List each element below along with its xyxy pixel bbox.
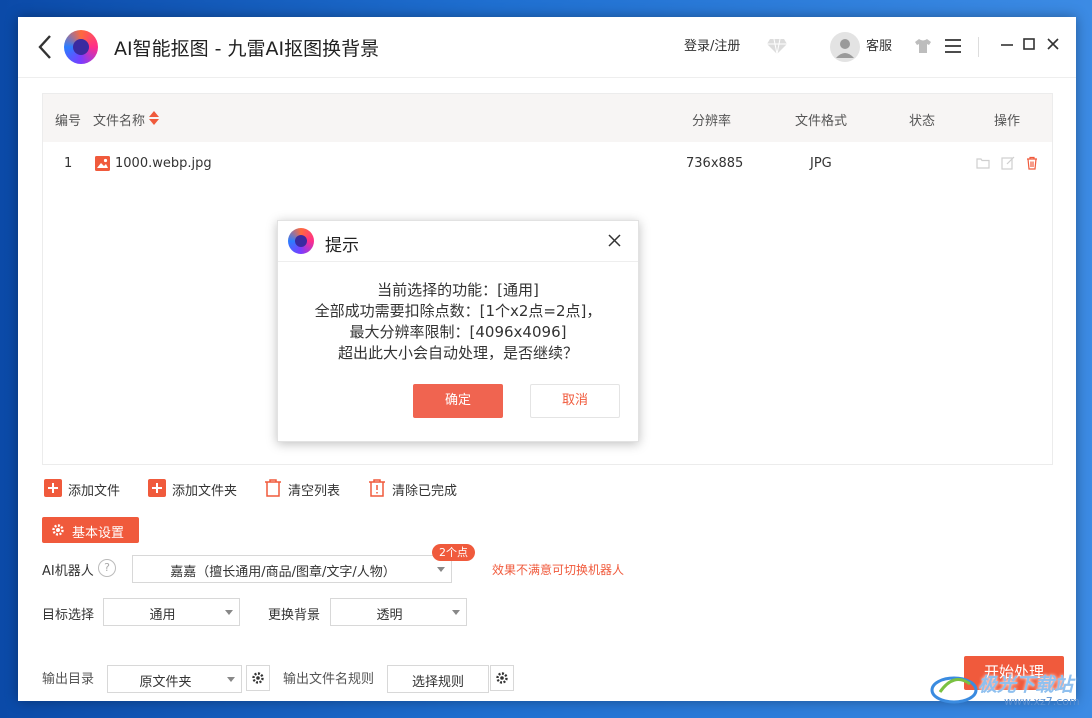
target-select-value: 通用 [149,608,176,623]
output-dir-label: 输出目录 [42,672,95,687]
gear-icon [496,672,508,684]
robot-select[interactable]: 嘉嘉（擅长通用/商品/图章/文字/人物） [132,555,452,583]
row-index: 1 [64,156,73,171]
background-select-value: 透明 [376,608,403,623]
background-select[interactable]: 透明 [330,598,467,626]
close-icon[interactable] [608,234,621,247]
add-folder-icon [148,479,166,497]
watermark-text: 极光下载站 [978,674,1074,696]
app-logo [64,30,98,64]
basic-settings-button[interactable]: 基本设置 [42,517,139,543]
app-title: AI智能抠图 - 九雷AI抠图换背景 [114,38,380,60]
login-link[interactable]: 登录/注册 [684,35,740,54]
header-name[interactable]: 文件名称 [93,110,145,129]
add-file-label: 添加文件 [68,484,121,499]
table-header: 编号 文件名称 分辨率 文件格式 状态 操作 [43,94,1052,142]
customer-service-link[interactable]: 客服 [866,35,892,54]
clear-done-icon [369,479,385,497]
back-arrow-icon[interactable] [34,33,58,61]
maximize-icon[interactable] [1022,37,1036,51]
add-file-icon [44,479,62,497]
row-filename: 1000.webp.jpg [115,156,212,171]
open-folder-icon[interactable] [976,156,990,170]
avatar-icon[interactable] [830,32,860,62]
row-resolution: 736x885 [686,156,744,171]
output-dir-settings-button[interactable] [246,665,270,691]
confirm-button[interactable]: 确定 [413,384,503,418]
dialog-message: 当前选择的功能：[通用] 全部成功需要扣除点数：[1个x2点=2点]， 最大分辨… [278,280,638,364]
title-bar: AI智能抠图 - 九雷AI抠图换背景 登录/注册 客服 [18,17,1076,78]
gear-icon [52,524,64,536]
chevron-down-icon [227,677,235,682]
menu-icon[interactable] [944,38,962,54]
close-icon[interactable] [1046,37,1060,51]
table-row[interactable]: 1 1000.webp.jpg 736x885 JPG [43,142,1052,186]
clear-list-label: 清空列表 [288,484,341,499]
filename-rule-value: 选择规则 [411,675,464,690]
dialog-logo [288,228,314,254]
chevron-down-icon [452,610,460,615]
robot-select-value: 嘉嘉（擅长通用/商品/图章/文字/人物） [170,565,396,580]
dialog-header: 提示 [278,221,638,262]
robot-label: AI机器人 [42,564,94,579]
row-format: JPG [810,156,832,171]
watermark-url: www.xz7.com [1004,695,1080,708]
header-format: 文件格式 [795,114,848,129]
basic-settings-label: 基本设置 [72,526,125,541]
filename-rule-label: 输出文件名规则 [283,672,375,687]
add-folder-label: 添加文件夹 [172,484,238,499]
dialog-line: 当前选择的功能：[通用] [377,281,539,299]
chevron-down-icon [437,567,445,572]
target-select[interactable]: 通用 [103,598,240,626]
output-dir-select[interactable]: 原文件夹 [107,665,242,693]
vip-diamond-icon[interactable] [766,37,788,55]
dialog-title: 提示 [325,236,359,256]
background-label: 更换背景 [268,608,321,623]
filename-rule-settings-button[interactable] [490,665,514,691]
cancel-button[interactable]: 取消 [530,384,620,418]
header-ops: 操作 [994,114,1021,129]
output-dir-value: 原文件夹 [139,675,192,690]
clear-done-label: 清除已完成 [392,484,458,499]
image-file-icon [95,156,110,171]
help-icon[interactable]: ? [98,559,116,577]
target-label: 目标选择 [42,608,95,623]
title-separator [978,37,979,57]
sort-icon[interactable] [149,111,159,125]
chevron-down-icon [225,610,233,615]
header-status: 状态 [909,114,936,129]
edit-icon[interactable] [1001,156,1015,170]
gear-icon [252,672,264,684]
header-resolution: 分辨率 [692,114,732,129]
filename-rule-button[interactable]: 选择规则 [387,665,489,693]
cost-badge: 2个点 [432,544,475,561]
trash-icon [265,479,281,497]
dialog-line: 超出此大小会自动处理，是否继续？ [337,344,578,362]
delete-icon[interactable] [1025,156,1039,170]
skin-shirt-icon[interactable] [914,38,932,54]
dialog-line: 全部成功需要扣除点数：[1个x2点=2点]， [314,302,602,320]
minimize-icon[interactable] [1000,37,1014,51]
prompt-dialog: 提示 当前选择的功能：[通用] 全部成功需要扣除点数：[1个x2点=2点]， 最… [277,220,639,442]
robot-hint: 效果不满意可切换机器人 [492,563,625,577]
dialog-line: 最大分辨率限制：[4096x4096] [349,323,567,341]
header-index: 编号 [55,114,82,129]
